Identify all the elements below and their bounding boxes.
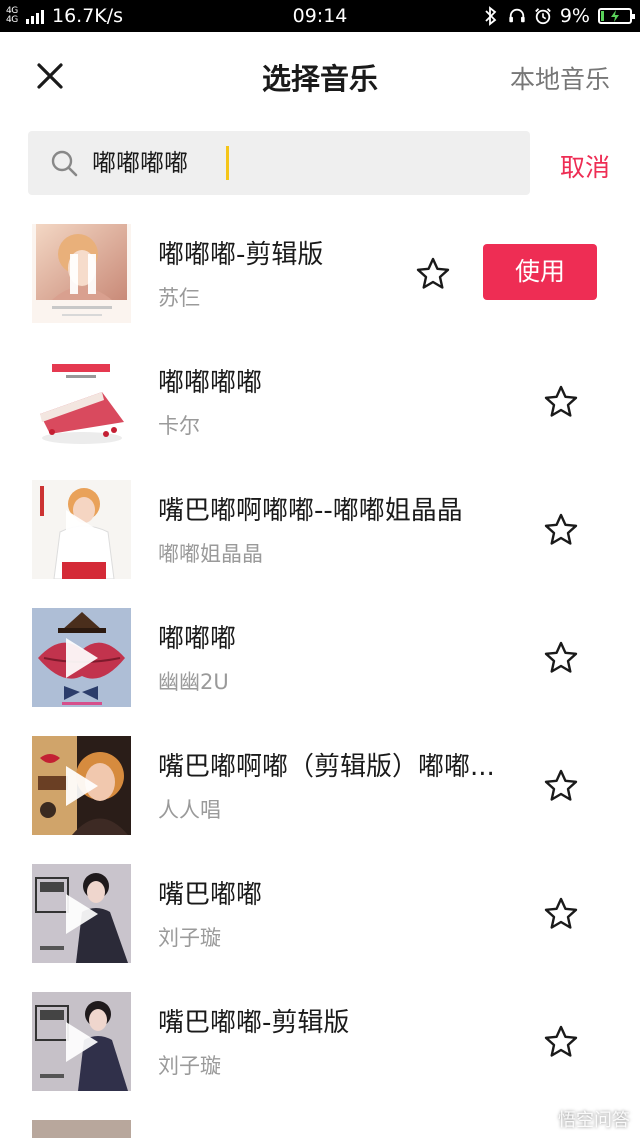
cancel-button[interactable]: 取消	[560, 148, 610, 184]
search-query: 嘟嘟嘟嘟	[92, 149, 188, 177]
song-row[interactable]: 嘟嘟嘟-剪辑版 苏仨 使用	[0, 222, 640, 350]
favorite-star-icon[interactable]	[543, 896, 579, 932]
pause-icon[interactable]	[70, 254, 96, 294]
alarm-icon	[534, 7, 552, 25]
favorite-star-icon[interactable]	[415, 256, 451, 292]
watermark: 悟空问答	[530, 1106, 630, 1132]
song-row[interactable]: 嘴巴嘟啊嘟嘟--嘟嘟姐晶晶 嘟嘟姐晶晶	[0, 478, 640, 606]
favorite-star-icon[interactable]	[543, 512, 579, 548]
favorite-star-icon[interactable]	[543, 768, 579, 804]
song-artist: 幽幽2U	[158, 670, 229, 694]
album-cover	[32, 736, 131, 835]
song-artist: 嘟嘟姐晶晶	[158, 542, 263, 566]
song-row[interactable]: 嘴巴嘟嘟-剪辑版 刘子璇	[0, 990, 640, 1118]
album-cover	[32, 1120, 131, 1138]
song-row[interactable]: 嘴巴嘟嘟 刘子璇	[0, 862, 640, 990]
speech-bubble-icon	[530, 1109, 552, 1128]
album-cover	[32, 224, 131, 323]
text-caret	[226, 146, 229, 180]
search-input[interactable]: 嘟嘟嘟嘟	[28, 131, 530, 195]
play-icon[interactable]	[66, 510, 98, 550]
battery-percent: 9%	[559, 5, 590, 27]
song-title: 嘟嘟嘟	[158, 624, 237, 654]
headset-icon	[508, 7, 526, 25]
song-artist: 卡尔	[158, 414, 200, 438]
album-cover	[32, 864, 131, 963]
favorite-star-icon[interactable]	[543, 640, 579, 676]
song-title: 嘟嘟嘟-剪辑版	[158, 240, 324, 270]
network-type: 4G 4G	[6, 6, 18, 25]
song-artist: 苏仨	[158, 286, 200, 310]
song-title: 嘴巴嘟啊嘟（剪辑版）嘟嘟...	[158, 752, 495, 782]
song-title: 嘟嘟嘟嘟	[158, 368, 263, 398]
header: 选择音乐 本地音乐	[0, 32, 640, 122]
close-button[interactable]	[30, 56, 70, 96]
play-icon[interactable]	[66, 1022, 98, 1062]
status-bar: 4G 4G 16.7K/s 09:14 9%	[0, 0, 640, 32]
song-row[interactable]: 嘴巴嘟啊嘟（剪辑版）嘟嘟... 人人唱	[0, 734, 640, 862]
album-cover	[32, 992, 131, 1091]
song-title: 嘴巴嘟嘟	[158, 880, 263, 910]
song-row[interactable]: 嘟嘟嘟嘟 卡尔	[0, 350, 640, 478]
song-title: 嘴巴嘟啊嘟嘟--嘟嘟姐晶晶	[158, 496, 463, 526]
search-icon	[51, 150, 78, 177]
song-artist: 刘子璇	[158, 926, 221, 950]
signal-icon	[26, 8, 44, 24]
play-icon[interactable]	[66, 894, 98, 934]
song-title: 嘴巴嘟嘟-剪辑版	[158, 1008, 350, 1038]
local-music-link[interactable]: 本地音乐	[510, 60, 610, 96]
play-icon[interactable]	[66, 766, 98, 806]
network-speed: 16.7K/s	[52, 5, 124, 27]
use-button[interactable]: 使用	[483, 244, 597, 300]
battery-icon	[598, 8, 635, 24]
song-artist: 刘子璇	[158, 1054, 221, 1078]
album-cover	[32, 608, 131, 707]
bluetooth-icon	[482, 6, 500, 26]
song-artist: 人人唱	[158, 798, 221, 822]
song-row[interactable]: 嘟嘟嘟 幽幽2U	[0, 606, 640, 734]
play-icon[interactable]	[66, 638, 98, 678]
album-cover	[32, 352, 131, 451]
favorite-star-icon[interactable]	[543, 1024, 579, 1060]
close-icon	[37, 63, 63, 89]
favorite-star-icon[interactable]	[543, 384, 579, 420]
watermark-text: 悟空问答	[558, 1110, 630, 1131]
album-cover	[32, 480, 131, 579]
